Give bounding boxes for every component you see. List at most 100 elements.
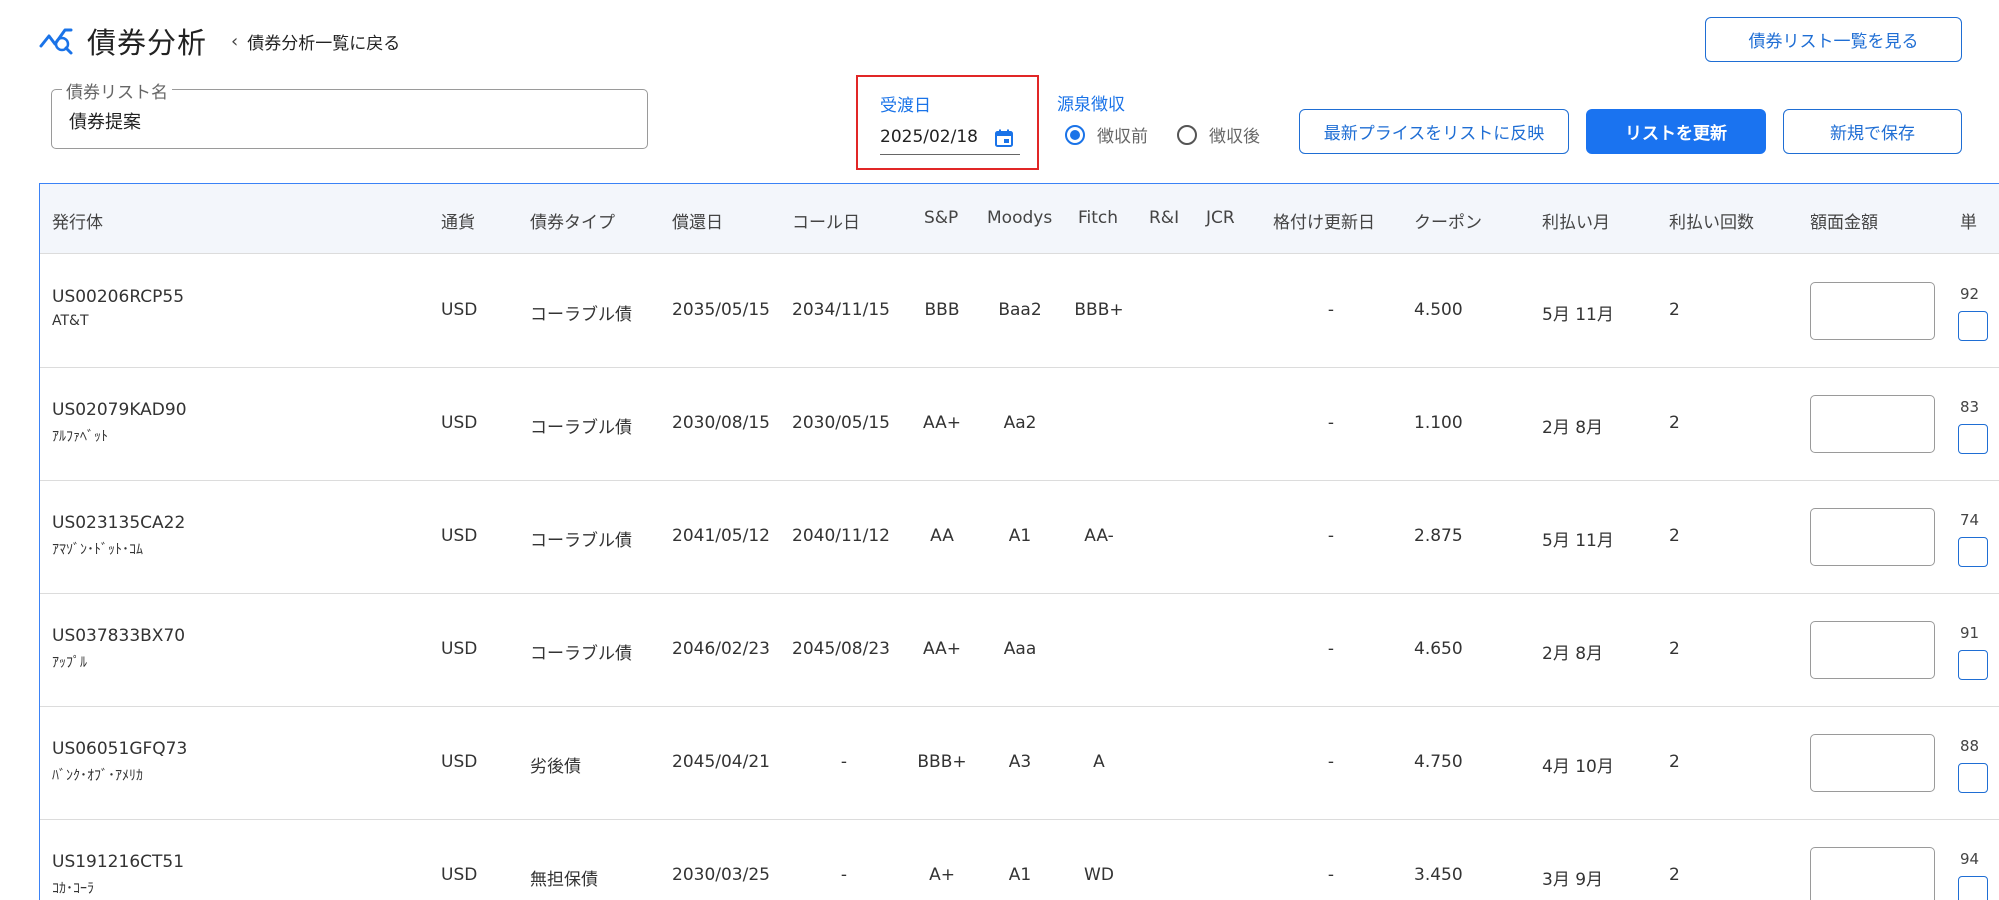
issuer-code: US00206RCP55 [52,287,185,307]
table-row[interactable]: US023135CA22 ｱﾏｿﾞﾝ･ﾄﾞｯﾄ･ｺﾑ USD コーラブル債 20… [40,481,1999,594]
payment-months-cell: 5月 11月 [1542,305,1614,325]
rating-update-date-cell: - [1327,300,1335,320]
face-amount-input[interactable] [1810,395,1935,453]
unit-price-button[interactable] [1958,311,1988,341]
col-fitch[interactable]: Fitch [1078,208,1118,228]
fitch-rating-cell: WD [1084,865,1114,885]
settlement-date-value: 2025/02/18 [880,127,978,147]
call-date-cell: 2034/11/15 [792,300,890,320]
maturity-cell: 2035/05/15 [672,300,770,320]
sp-rating-cell: A+ [929,865,955,885]
payment-count-cell: 2 [1669,526,1680,546]
settlement-date-input[interactable]: 2025/02/18 [880,127,1020,155]
unit-price-button[interactable] [1958,876,1988,900]
unit-price-cell: 83 [1960,398,1980,416]
issuer-name: ｱﾏｿﾞﾝ･ﾄﾞｯﾄ･ｺﾑ [52,542,143,558]
unit-price-cell: 91 [1960,624,1980,642]
col-currency[interactable]: 通貨 [441,208,475,233]
face-amount-input[interactable] [1810,508,1935,566]
col-maturity[interactable]: 償還日 [672,208,723,233]
issuer-name: ｱｯﾌﾟﾙ [52,655,87,671]
issuer-code: US023135CA22 [52,513,186,533]
currency-cell: USD [441,300,478,320]
back-to-analysis-list-link[interactable]: ‹ 債券分析一覧に戻る [231,29,400,54]
moodys-rating-cell: A1 [1008,865,1032,885]
bond-list-name-field[interactable]: 債券リスト名 債券提案 [51,78,648,149]
col-rating-update-date[interactable]: 格付け更新日 [1273,208,1375,233]
rating-update-date-cell: - [1327,413,1335,433]
table-row[interactable]: US037833BX70 ｱｯﾌﾟﾙ USD コーラブル債 2046/02/23… [40,594,1999,707]
payment-months-cell: 5月 11月 [1542,531,1614,551]
maturity-cell: 2030/03/25 [672,865,770,885]
col-face-amount[interactable]: 額面金額 [1810,208,1878,233]
save-as-new-button[interactable]: 新規で保存 [1783,109,1962,154]
face-amount-input[interactable] [1810,282,1935,340]
issuer-code: US191216CT51 [52,852,185,872]
face-amount-input[interactable] [1810,734,1935,792]
unit-price-button[interactable] [1958,650,1988,680]
col-ri[interactable]: R&I [1149,208,1179,228]
issuer-name: AT&T [52,313,89,329]
payment-count-cell: 2 [1669,300,1680,320]
table-row[interactable]: US191216CT51 ｺｶ･ｺｰﾗ USD 無担保債 2030/03/25 … [40,820,1999,900]
currency-cell: USD [441,752,478,772]
col-bond-type[interactable]: 債券タイプ [530,208,615,233]
radio-selected-icon [1065,124,1085,145]
table-row[interactable]: US02079KAD90 ｱﾙﾌｧﾍﾞｯﾄ USD コーラブル債 2030/08… [40,368,1999,481]
col-payment-months[interactable]: 利払い月 [1542,208,1610,233]
rating-update-date-cell: - [1327,865,1335,885]
radio-label: 徴収前 [1097,127,1148,147]
calendar-icon[interactable] [994,128,1014,148]
update-list-button[interactable]: リストを更新 [1586,109,1766,154]
rating-update-date-cell: - [1327,526,1335,546]
col-payment-count[interactable]: 利払い回数 [1669,208,1754,233]
col-unit-price[interactable]: 単 [1960,208,1977,233]
call-date-cell: 2045/08/23 [792,639,890,659]
unit-price-button[interactable] [1958,763,1988,793]
payment-count-cell: 2 [1669,639,1680,659]
call-date-cell: 2040/11/12 [792,526,890,546]
issuer-name: ｺｶ･ｺｰﾗ [52,881,94,897]
radio-after-withholding[interactable]: 徴収後 [1177,122,1260,147]
coupon-cell: 2.875 [1414,526,1463,546]
col-coupon[interactable]: クーポン [1414,208,1482,233]
fitch-rating-cell: AA- [1084,526,1114,546]
unit-price-button[interactable] [1958,537,1988,567]
col-jcr[interactable]: JCR [1206,208,1235,228]
unit-price-cell: 74 [1960,511,1980,529]
currency-cell: USD [441,526,478,546]
payment-months-cell: 3月 9月 [1542,870,1604,890]
view-bond-list-button[interactable]: 債券リスト一覧を見る [1705,17,1962,62]
bond-type-cell: 無担保債 [530,870,598,890]
coupon-cell: 4.650 [1414,639,1463,659]
radio-label: 徴収後 [1209,127,1260,147]
coupon-cell: 3.450 [1414,865,1463,885]
sp-rating-cell: AA [930,526,954,546]
payment-months-cell: 4月 10月 [1542,757,1614,777]
rating-update-date-cell: - [1327,639,1335,659]
call-date-cell: - [840,752,848,772]
table-row[interactable]: US06051GFQ73 ﾊﾞﾝｸ･ｵﾌﾞ･ｱﾒﾘｶ USD 劣後債 2045/… [40,707,1999,820]
col-issuer[interactable]: 発行体 [52,208,103,233]
chevron-left-icon: ‹ [231,31,239,52]
payment-count-cell: 2 [1669,413,1680,433]
bond-table: 発行体 通貨 債券タイプ 償還日 コール日 S&P Moodys Fitch R… [39,183,1999,900]
coupon-cell: 4.500 [1414,300,1463,320]
col-moodys[interactable]: Moodys [987,208,1052,228]
settlement-date-label: 受渡日 [880,96,931,116]
coupon-cell: 4.750 [1414,752,1463,772]
col-call-date[interactable]: コール日 [792,208,860,233]
radio-before-withholding[interactable]: 徴収前 [1065,122,1148,147]
reflect-latest-price-button[interactable]: 最新プライスをリストに反映 [1299,109,1569,154]
table-row[interactable]: US00206RCP55 AT&T USD コーラブル債 2035/05/15 … [40,255,1999,368]
col-sp[interactable]: S&P [924,208,958,228]
face-amount-input[interactable] [1810,621,1935,679]
sp-rating-cell: AA+ [923,639,961,659]
unit-price-cell: 92 [1960,285,1980,303]
payment-count-cell: 2 [1669,865,1680,885]
moodys-rating-cell: Baa2 [998,300,1042,320]
issuer-name: ﾊﾞﾝｸ･ｵﾌﾞ･ｱﾒﾘｶ [52,768,143,784]
call-date-cell: 2030/05/15 [792,413,890,433]
unit-price-button[interactable] [1958,424,1988,454]
face-amount-input[interactable] [1810,847,1935,900]
